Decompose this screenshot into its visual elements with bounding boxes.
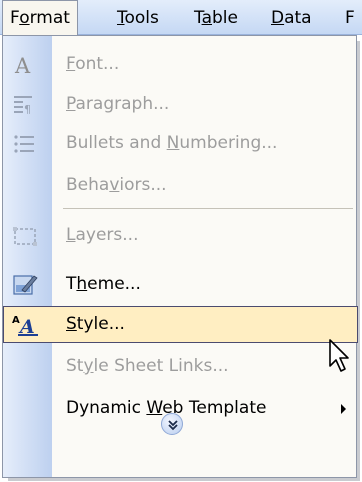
theme-icon xyxy=(12,272,38,298)
double-chevron-down-icon[interactable] xyxy=(161,413,183,435)
menu-partial[interactable]: F xyxy=(345,7,355,29)
bullets-icon xyxy=(12,131,38,157)
menu-tools[interactable]: Tools xyxy=(117,7,159,29)
menu-item-font[interactable]: A Font... xyxy=(3,46,358,83)
dropdown-shadow-bottom xyxy=(8,478,360,481)
paragraph-icon: ¶ xyxy=(12,92,38,118)
menu-item-theme[interactable]: Theme... xyxy=(3,266,358,303)
menu-item-style[interactable]: A A Style... xyxy=(3,306,358,343)
layers-icon xyxy=(12,223,38,249)
style-icon: A A xyxy=(12,312,38,338)
menu-item-behaviors[interactable]: Behaviors... xyxy=(3,167,358,204)
svg-text:A: A xyxy=(12,315,20,326)
menu-item-bullets-numbering[interactable]: Bullets and Numbering... xyxy=(3,125,358,162)
format-dropdown-menu: A Font... ¶ Paragraph... Bullets and Num… xyxy=(2,35,358,478)
menu-item-layers[interactable]: Layers... xyxy=(3,217,358,254)
svg-text:A: A xyxy=(14,54,31,78)
menu-table[interactable]: Table xyxy=(194,7,238,29)
font-icon: A xyxy=(12,52,38,78)
submenu-arrow-icon xyxy=(341,404,346,414)
menu-data[interactable]: Data xyxy=(271,7,312,29)
svg-text:¶: ¶ xyxy=(24,103,31,116)
menu-bar: Format Tools Table Data F xyxy=(0,0,362,36)
mouse-pointer-icon xyxy=(328,338,354,374)
menu-item-style-sheet-links[interactable]: Style Sheet Links... xyxy=(3,348,358,385)
menu-separator xyxy=(63,208,353,209)
menu-item-paragraph[interactable]: ¶ Paragraph... xyxy=(3,86,358,123)
menu-format[interactable]: Format xyxy=(2,0,78,36)
